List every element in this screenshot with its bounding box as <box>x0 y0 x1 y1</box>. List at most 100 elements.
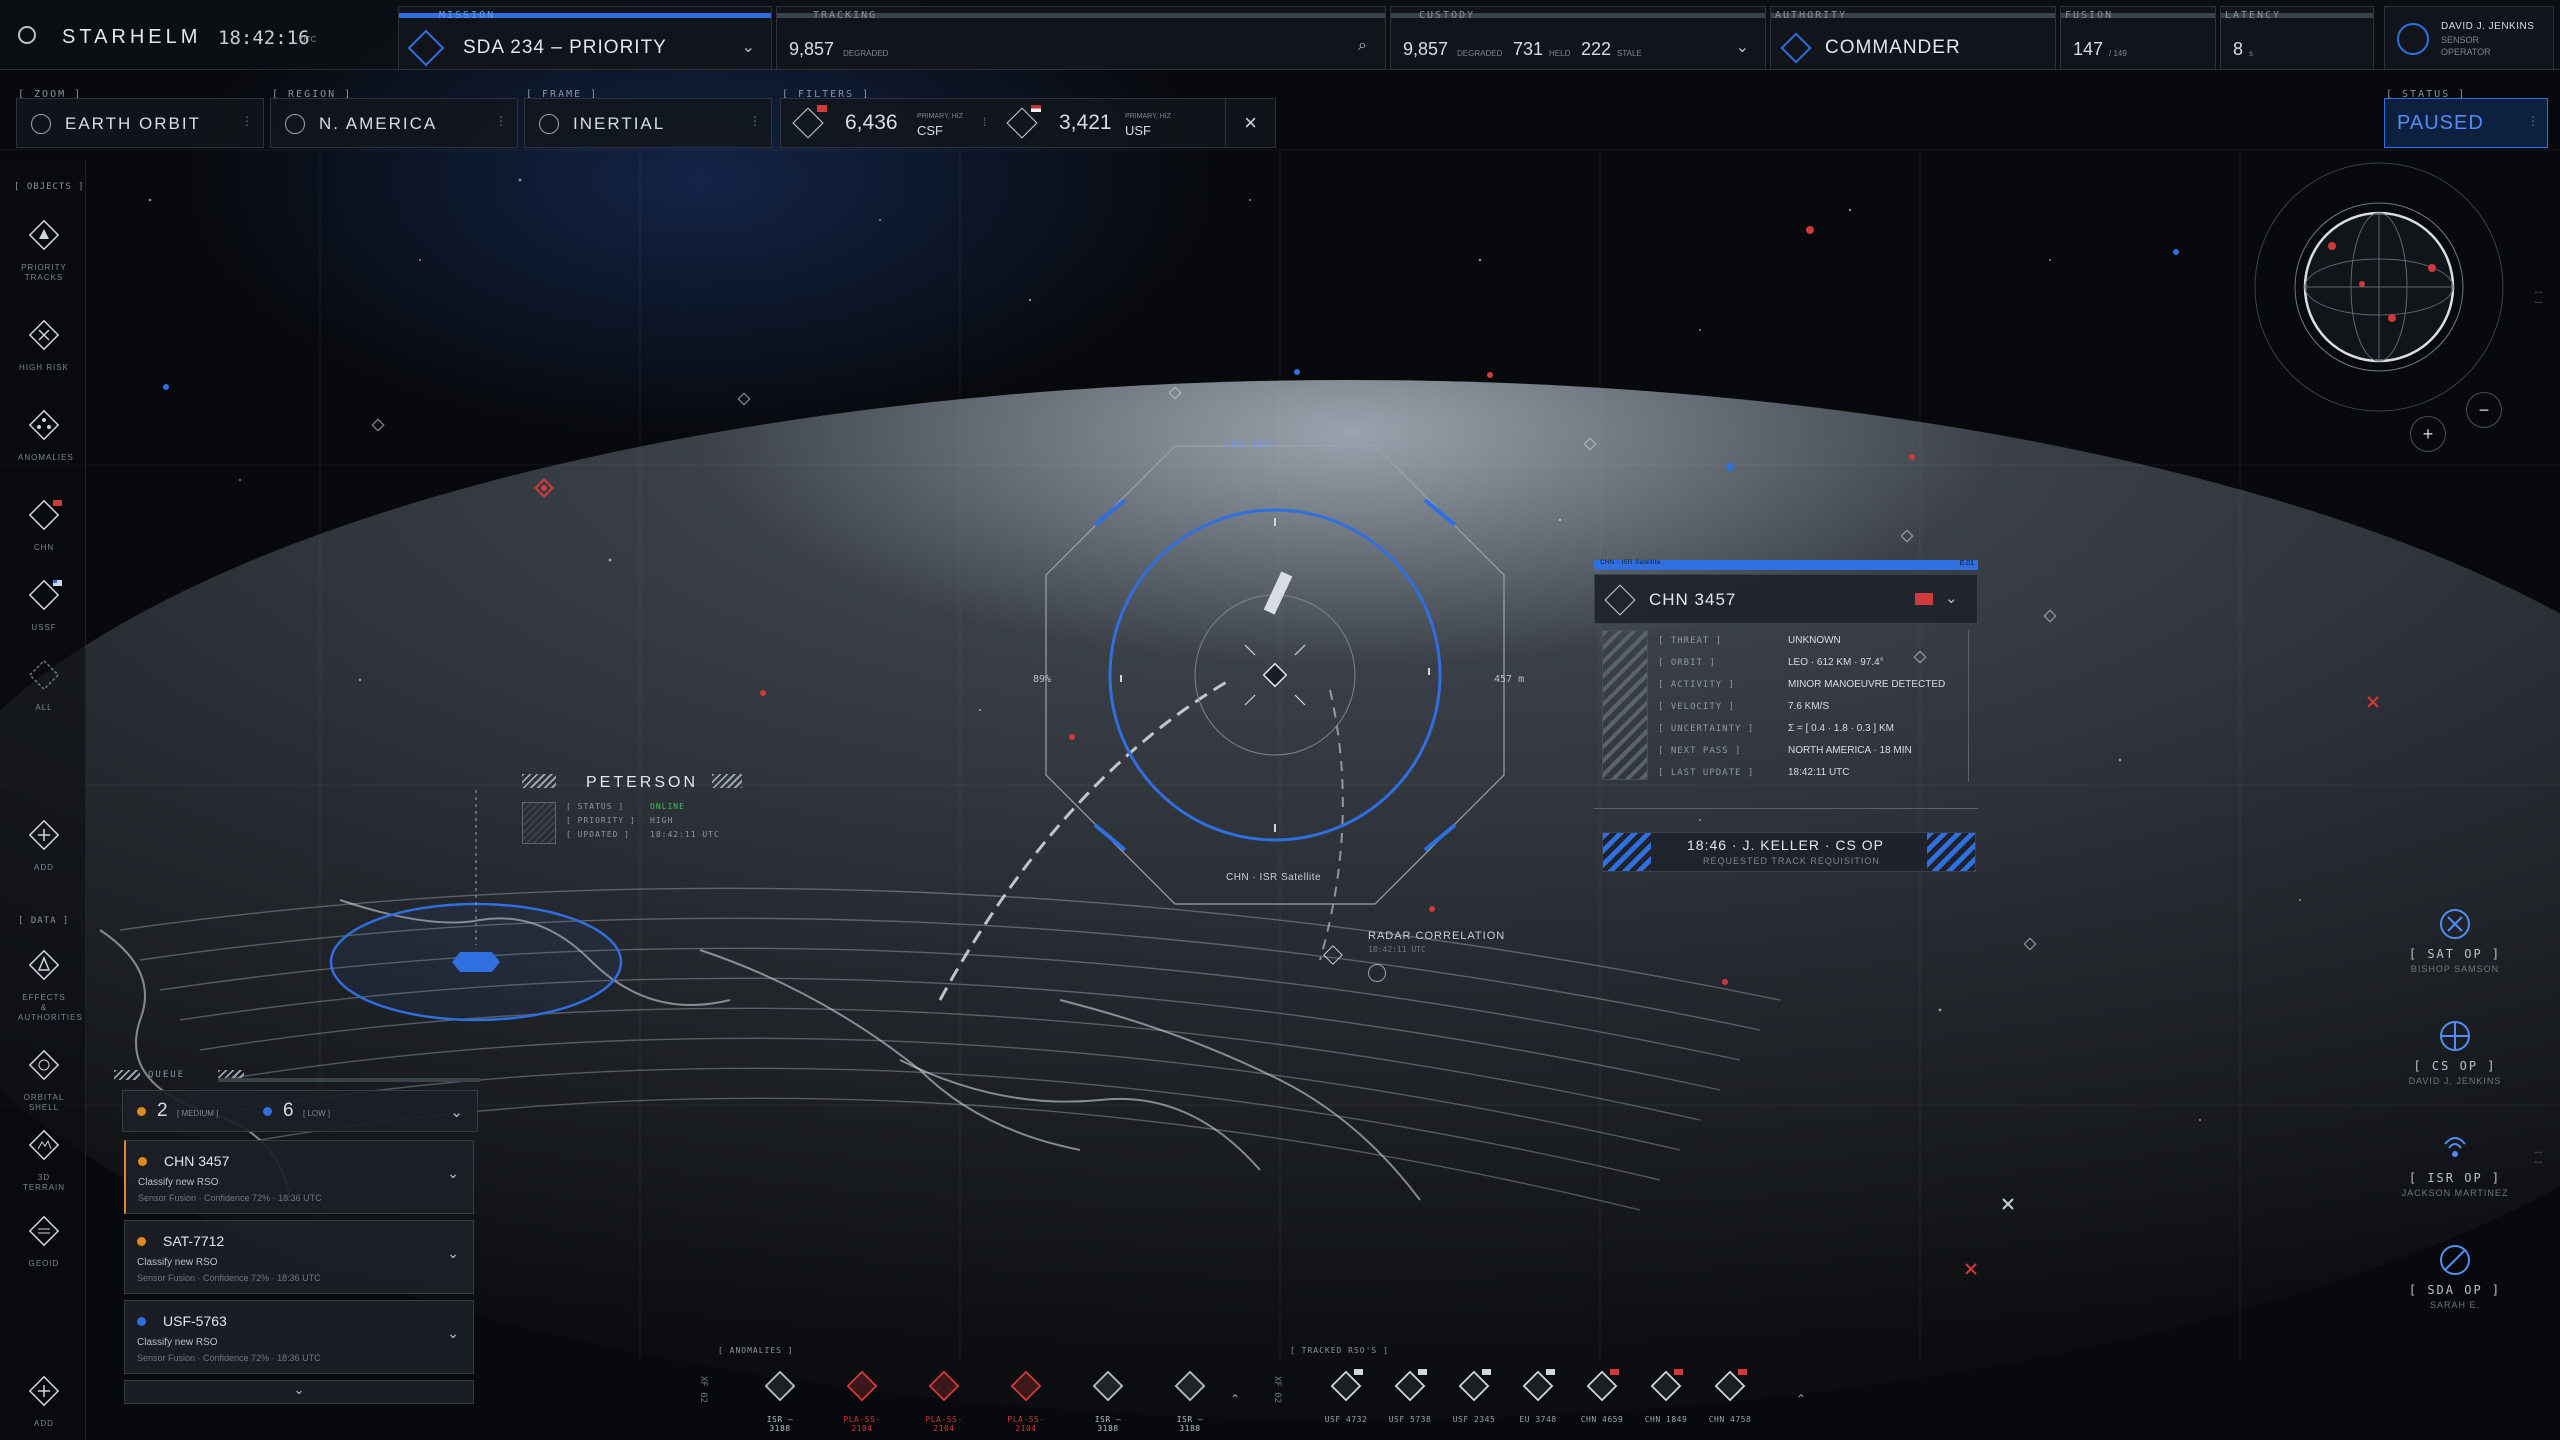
detail-row-value: MINOR MANOEUVRE DETECTED <box>1788 679 1946 690</box>
rail-chn[interactable]: CHN <box>18 496 70 553</box>
tracking-search[interactable]: TRACKING 9,857 DEGRADED ⌕ <box>776 6 1386 70</box>
tracked-chip-label: USF 4732 <box>1324 1415 1368 1424</box>
chevron-up-icon[interactable]: ⌃ <box>1230 1392 1240 1406</box>
detail-row: [ THREAT ] UNKNOWN <box>1658 632 1958 654</box>
filter-csf-sub: PRIMARY, HIZ <box>917 113 964 120</box>
effects-icon <box>28 949 60 981</box>
anomaly-chip[interactable]: ISR – 3188 <box>754 1366 806 1436</box>
detail-note[interactable]: 18:46 · J. KELLER · CS OP REQUESTED TRAC… <box>1602 832 1976 872</box>
chevron-down-icon[interactable]: ⌄ <box>447 1325 459 1342</box>
latency-panel[interactable]: LATENCY 8 s <box>2220 6 2374 70</box>
drag-handle-icon[interactable]: ⋮ <box>2527 114 2539 128</box>
fusion-panel[interactable]: FUSION 147 / 149 <box>2060 6 2216 70</box>
detail-divider <box>1968 630 1969 782</box>
custody-s2: HELD <box>1549 49 1571 58</box>
orbital-shell-icon <box>28 1049 60 1081</box>
queue-item[interactable]: CHN 3457 Classify new RSO Sensor Fusion … <box>124 1140 474 1214</box>
chevron-up-icon[interactable]: ⌃ <box>1796 1392 1806 1406</box>
queue-item-desc: Classify new RSO <box>137 1257 218 1268</box>
queue-item-desc: Classify new RSO <box>138 1177 219 1188</box>
minimap[interactable] <box>2252 160 2506 414</box>
zoom-selector[interactable]: EARTH ORBIT ⋮ <box>16 98 264 148</box>
region-selector[interactable]: N. AMERICA ⋮ <box>270 98 518 148</box>
add-icon <box>28 1375 60 1407</box>
queue-item[interactable]: SAT-7712 Classify new RSO Sensor Fusion … <box>124 1220 474 1294</box>
rail-all[interactable]: ALL <box>18 656 70 713</box>
detail-panel[interactable]: CHN · ISR Satellite E.01 CHN 3457 ⌄ [ TH… <box>1594 560 1978 876</box>
queue-summary[interactable]: 2 [ MEDIUM ] 6 [ LOW ] ⌄ <box>122 1090 478 1132</box>
station-updated-value: 18:42:11 UTC <box>650 830 720 839</box>
radar-time: 18:42:11 UTC <box>1368 945 1426 954</box>
chevron-down-icon[interactable]: ⌄ <box>1945 589 1958 607</box>
anomaly-chip[interactable]: PLA-SS-2104 <box>836 1366 888 1436</box>
tracked-chip[interactable]: CHN 4659 <box>1576 1366 1628 1436</box>
search-icon[interactable]: ⌕ <box>1358 37 1367 55</box>
detail-row: [ VELOCITY ] 7.6 KM/S <box>1658 698 1958 720</box>
operator-sat[interactable]: [ SAT OP ] BISHOP SAMSON <box>2390 906 2520 974</box>
zoom-in-button[interactable]: + <box>2410 416 2446 452</box>
tracked-chip[interactable]: CHN 1849 <box>1640 1366 1692 1436</box>
chevron-down-icon[interactable]: ⌄ <box>450 1103 463 1121</box>
operator-sda[interactable]: [ SDA OP ] SARAH E. <box>2390 1242 2520 1310</box>
close-icon[interactable]: × <box>1225 99 1275 147</box>
anomaly-chip[interactable]: PLA-SS-2104 <box>918 1366 970 1436</box>
tracked-chip[interactable]: USF 5738 <box>1384 1366 1436 1436</box>
chevron-down-icon[interactable]: ⌄ <box>447 1245 459 1262</box>
rail-ussf[interactable]: USSF <box>18 576 70 633</box>
filters-panel[interactable]: 6,436 PRIMARY, HIZ CSF ⁞ 3,421 PRIMARY, … <box>780 98 1276 148</box>
tracked-chip[interactable]: CHN 4758 <box>1704 1366 1756 1436</box>
diamond-icon <box>1714 1369 1747 1402</box>
rail-high-risk[interactable]: HIGH RISK <box>18 316 70 373</box>
operator-cs[interactable]: [ CS OP ] DAVID J. JENKINS <box>2390 1018 2520 1086</box>
diamond-icon <box>1010 1370 1042 1402</box>
station-card[interactable]: PETERSON [ STATUS ] ONLINE [ PRIORITY ] … <box>522 774 768 852</box>
anomaly-chip[interactable]: ISR – 3188 <box>1082 1366 1134 1436</box>
chevron-down-icon[interactable]: ⌄ <box>447 1165 459 1182</box>
chevron-down-icon: ⌄ <box>741 39 755 56</box>
status-toggle[interactable]: PAUSED ⋮ <box>2384 98 2548 148</box>
detail-row-value: LEO · 612 KM · 97.4° <box>1788 657 1884 668</box>
anomaly-chip-label: ISR – 3188 <box>1176 1415 1204 1433</box>
user-panel[interactable]: DAVID J. JENKINS SENSOR OPERATOR <box>2384 6 2554 70</box>
rail-orbital-shell[interactable]: ORBITAL SHELL <box>18 1046 70 1113</box>
drag-handle-icon[interactable]: ⋮ <box>495 114 507 128</box>
rail-3d-terrain[interactable]: 3D TERRAIN <box>18 1126 70 1193</box>
mission-selector[interactable]: MISSION SDA 234 – PRIORITY ⌄ <box>398 6 772 70</box>
detail-header[interactable]: CHN 3457 ⌄ <box>1594 574 1978 624</box>
rail-label: CHN <box>33 543 55 552</box>
queue-item[interactable]: USF-5763 Classify new RSO Sensor Fusion … <box>124 1300 474 1374</box>
drag-handle-icon[interactable]: ⋮ <box>749 114 761 128</box>
rail-data-add[interactable]: ADD <box>18 1372 70 1429</box>
frame-selector[interactable]: INERTIAL ⋮ <box>524 98 772 148</box>
custody-panel[interactable]: CUSTODY 9,857 DEGRADED 731 HELD 222 STAL… <box>1390 6 1766 70</box>
avatar <box>2397 23 2429 55</box>
tracked-strip: USF 4732 USF 5738 USF 2345 EU 3748 CHN 4659 C… <box>1320 1366 1790 1440</box>
rail-add[interactable]: ADD <box>18 816 70 873</box>
rail-anomalies[interactable]: ANOMALIES <box>18 406 73 463</box>
rail-geoid[interactable]: GEOID <box>18 1212 70 1269</box>
latency-label: LATENCY <box>2225 10 2282 21</box>
user-role-2: OPERATOR <box>2441 47 2491 57</box>
authority-panel[interactable]: AUTHORITY COMMANDER <box>1770 6 2056 70</box>
anomaly-chip[interactable]: PLA-SS-2104 <box>1000 1366 1052 1436</box>
usf-filter-icon <box>1006 107 1038 139</box>
rail-effects[interactable]: EFFECTS & AUTHORITIES <box>18 946 82 1023</box>
rail-priority-tracks[interactable]: PRIORITY TRACKS <box>18 216 70 283</box>
drag-handle-icon[interactable]: ⋮ <box>241 114 253 128</box>
mission-label: MISSION <box>439 10 496 21</box>
anomaly-chip[interactable]: ISR – 3188 <box>1164 1366 1216 1436</box>
tracked-chip[interactable]: USF 4732 <box>1320 1366 1372 1436</box>
operator-isr[interactable]: [ ISR OP ] JACKSON MARTINEZ <box>2390 1130 2520 1198</box>
status-value: PAUSED <box>2397 112 2484 134</box>
queue-expand-button[interactable]: ⌄ <box>124 1380 474 1404</box>
queue-medium-count: 2 <box>157 1100 168 1121</box>
rail-label: ADD <box>34 1419 54 1428</box>
tracked-chip[interactable]: EU 3748 <box>1512 1366 1564 1436</box>
zoom-out-button[interactable]: − <box>2466 392 2502 428</box>
priority-dot <box>137 1107 146 1116</box>
target-reticle[interactable] <box>1040 440 1510 910</box>
frame-icon <box>539 114 559 134</box>
diamond-icon <box>1586 1369 1619 1402</box>
app-name: STARHELM <box>62 26 202 48</box>
tracked-chip[interactable]: USF 2345 <box>1448 1366 1500 1436</box>
